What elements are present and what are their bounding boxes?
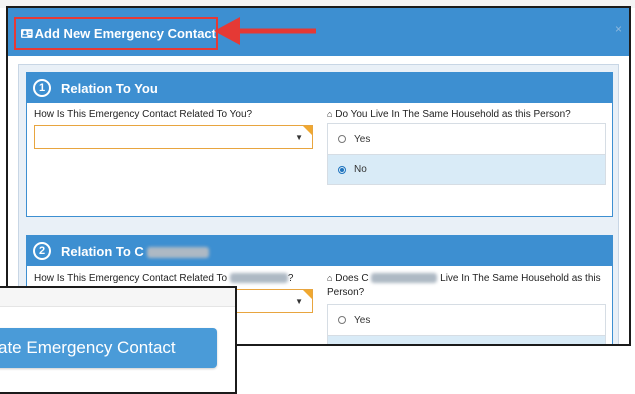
caret-down-icon: ▼ [295, 297, 303, 306]
household-label: ⌂ Do You Live In The Same Household as t… [327, 109, 571, 120]
home-icon: ⌂ [327, 109, 333, 119]
close-icon[interactable]: × [615, 22, 622, 36]
radio-button[interactable] [338, 316, 346, 324]
radio-button[interactable] [338, 135, 346, 143]
title-highlight-box: Add New Emergency Contact [14, 17, 218, 50]
red-arrow [214, 17, 316, 45]
required-corner-indicator [303, 126, 312, 135]
panel-header: 1 Relation To You [27, 73, 612, 103]
relation-to-you-panel: 1 Relation To You How Is This Emergency … [26, 72, 613, 217]
household-label-line2: Person? [327, 287, 365, 298]
relation-label: How Is This Emergency Contact Related To… [34, 273, 293, 284]
modal-title: Add New Emergency Contact [34, 26, 216, 41]
relation-label: How Is This Emergency Contact Related To… [34, 109, 253, 120]
radio-label: Yes [354, 133, 371, 145]
relation-label-suffix: ? [287, 273, 294, 284]
household-label-text: Do You Live In The Same Household as thi… [335, 109, 571, 120]
household-radio-group: Yes [327, 304, 606, 344]
redacted-name [371, 273, 438, 284]
household-radio-group: Yes No [327, 123, 606, 185]
panel-title-text: Relation To C [61, 243, 144, 259]
step-number-badge: 2 [33, 242, 51, 260]
radio-label: Yes [354, 314, 371, 326]
redacted-name [147, 246, 210, 258]
home-icon: ⌂ [327, 273, 333, 283]
modal-header: Add New Emergency Contact × [8, 8, 629, 56]
radio-option-partial[interactable] [328, 335, 605, 344]
relation-select[interactable]: ▼ [34, 125, 313, 149]
contact-card-icon [21, 29, 33, 38]
household-label-text: Does C [335, 273, 369, 284]
radio-label: No [354, 164, 367, 175]
panel-title: Relation To C [61, 243, 210, 259]
household-label: ⌂ Does C Live In The Same Household as t… [327, 273, 601, 284]
caret-down-icon: ▼ [295, 133, 303, 142]
zoomed-button-inset: ate Emergency Contact [0, 286, 237, 394]
radio-option-no[interactable]: No [328, 154, 605, 184]
panel-header: 2 Relation To C [27, 236, 612, 266]
panel-title: Relation To You [61, 80, 158, 96]
required-corner-indicator [303, 290, 312, 299]
radio-option-yes[interactable]: Yes [328, 305, 605, 335]
radio-option-yes[interactable]: Yes [328, 124, 605, 154]
redacted-name [229, 273, 288, 284]
household-label-suffix: Live In The Same Household as this [440, 273, 601, 284]
radio-button-selected[interactable] [338, 165, 346, 174]
step-number-badge: 1 [33, 79, 51, 97]
inset-top-strip [0, 288, 235, 307]
relation-label-text: How Is This Emergency Contact Related To [34, 273, 228, 284]
create-emergency-contact-button[interactable]: ate Emergency Contact [0, 328, 217, 368]
